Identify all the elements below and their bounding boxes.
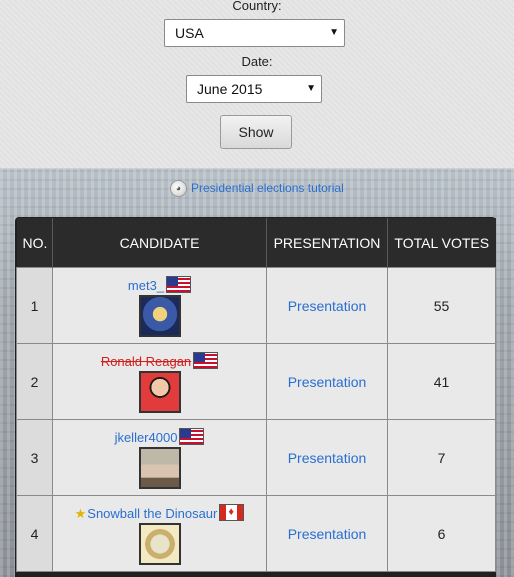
column-header-total-votes: TOTAL VOTES xyxy=(387,218,496,268)
show-button[interactable]: Show xyxy=(220,115,292,149)
votes-cell: 6 xyxy=(387,495,496,572)
tutorial-link-row[interactable]: ◕ Presidential elections tutorial xyxy=(170,179,344,197)
votes-cell: 41 xyxy=(387,343,496,420)
presentation-cell: Presentation xyxy=(266,267,388,344)
row-number: 4 xyxy=(16,495,53,572)
avatar[interactable] xyxy=(138,295,181,337)
country-select[interactable]: USA ▼ xyxy=(164,19,345,47)
us-flag-icon xyxy=(193,352,219,369)
election-filter-panel: Country: USA ▼ Date: June 2015 ▼ Show xyxy=(0,0,514,169)
column-header-candidate: CANDIDATE xyxy=(52,218,267,268)
avatar[interactable] xyxy=(138,371,181,413)
candidate-name-link[interactable]: jkeller4000 xyxy=(115,430,178,445)
tutorial-link[interactable]: Presidential elections tutorial xyxy=(191,181,344,195)
table-row: 4 ★Snowball the Dinosaur Presentation 6 xyxy=(16,495,496,572)
column-header-no: NO. xyxy=(16,218,53,268)
avatar[interactable] xyxy=(138,523,181,565)
column-header-presentation: PRESENTATION xyxy=(266,218,388,268)
us-flag-icon xyxy=(179,428,205,445)
avatar[interactable] xyxy=(138,447,181,489)
table-header-row: NO. CANDIDATE PRESENTATION TOTAL VOTES xyxy=(16,218,496,268)
star-icon: ★ xyxy=(74,506,87,521)
candidate-cell: Ronald Reagan xyxy=(52,343,267,420)
results-table: NO. CANDIDATE PRESENTATION TOTAL VOTES 1… xyxy=(16,218,496,572)
presentation-link[interactable]: Presentation xyxy=(288,450,367,466)
date-label: Date: xyxy=(241,54,273,69)
us-flag-icon xyxy=(166,276,192,293)
table-row: 1 met3_ Presentation 55 xyxy=(16,267,496,344)
chevron-down-icon: ▼ xyxy=(329,27,339,38)
date-select-value: June 2015 xyxy=(197,81,263,97)
country-label: Country: xyxy=(232,0,282,13)
canada-flag-icon xyxy=(219,504,245,521)
presentation-link[interactable]: Presentation xyxy=(288,298,367,314)
tutorial-icon: ◕ xyxy=(170,179,187,197)
table-row: 3 jkeller4000 Presentation 7 xyxy=(16,419,496,496)
votes-cell: 55 xyxy=(387,267,496,344)
candidate-cell: jkeller4000 xyxy=(52,419,267,496)
row-number: 1 xyxy=(16,267,53,344)
candidate-name-link[interactable]: Ronald Reagan xyxy=(101,354,191,369)
presentation-link[interactable]: Presentation xyxy=(288,526,367,542)
table-row: 2 Ronald Reagan Presentation 41 xyxy=(16,343,496,420)
candidate-cell: ★Snowball the Dinosaur xyxy=(52,495,267,572)
candidate-name-link[interactable]: Snowball the Dinosaur xyxy=(87,506,217,521)
row-number: 2 xyxy=(16,343,53,420)
presentation-link[interactable]: Presentation xyxy=(288,374,367,390)
row-number: 3 xyxy=(16,419,53,496)
date-select[interactable]: June 2015 ▼ xyxy=(186,75,322,103)
votes-cell: 7 xyxy=(387,419,496,496)
country-select-value: USA xyxy=(175,25,204,41)
presentation-cell: Presentation xyxy=(266,343,388,420)
chevron-down-icon: ▼ xyxy=(306,83,316,94)
presentation-cell: Presentation xyxy=(266,495,388,572)
candidate-cell: met3_ xyxy=(52,267,267,344)
candidate-name-link[interactable]: met3_ xyxy=(128,278,164,293)
presentation-cell: Presentation xyxy=(266,419,388,496)
